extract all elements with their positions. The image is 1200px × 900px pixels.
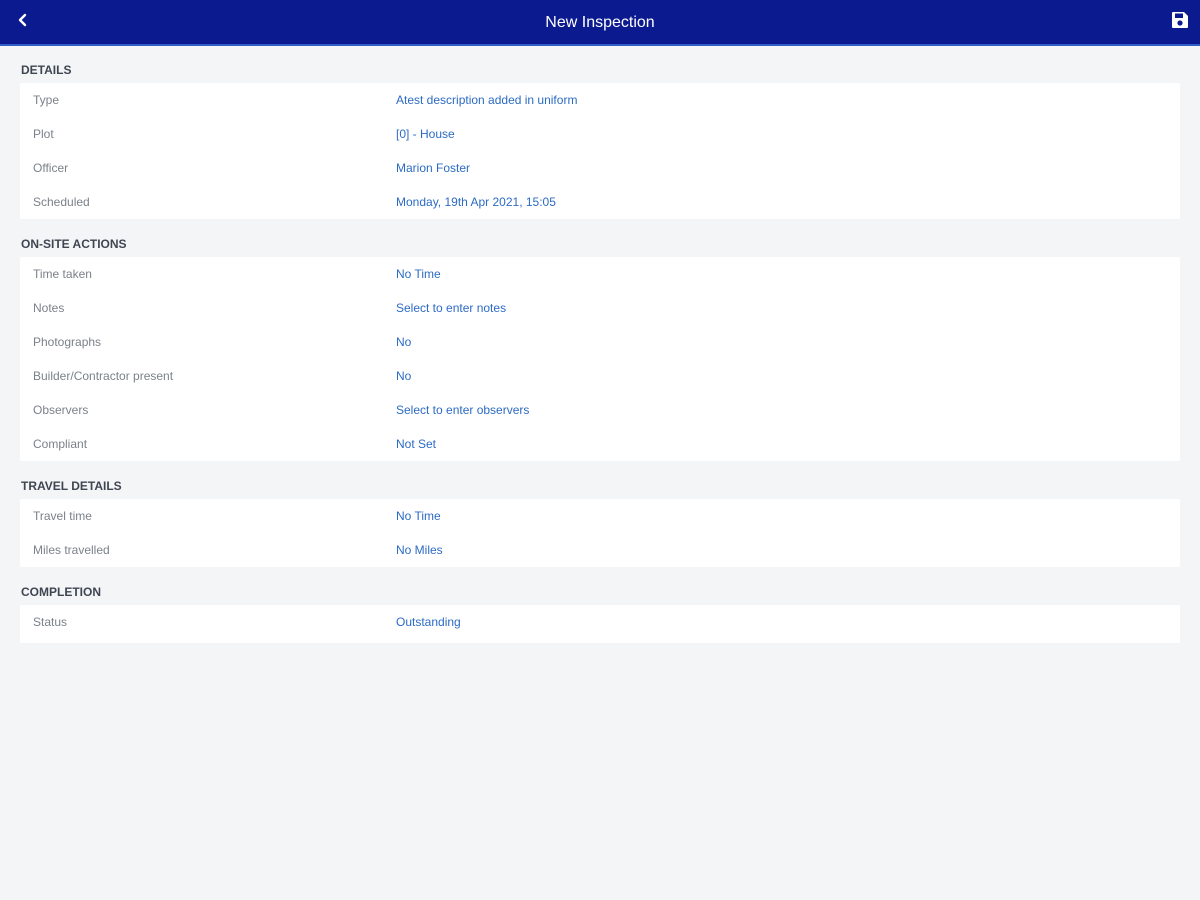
row-value: No bbox=[396, 369, 412, 383]
row-value: Select to enter notes bbox=[396, 301, 507, 315]
row-label: Travel time bbox=[33, 509, 92, 523]
row-photographs[interactable]: Photographs No bbox=[20, 325, 1180, 359]
section-on-site-actions: Time taken No Time Notes Select to enter… bbox=[20, 257, 1180, 461]
row-scheduled[interactable]: Scheduled Monday, 19th Apr 2021, 15:05 bbox=[20, 185, 1180, 219]
section-header-completion: COMPLETION bbox=[21, 585, 101, 599]
back-button[interactable] bbox=[8, 7, 38, 37]
row-plot[interactable]: Plot [0] - House bbox=[20, 117, 1180, 151]
row-compliant[interactable]: Compliant Not Set bbox=[20, 427, 1180, 461]
row-label: Photographs bbox=[33, 335, 102, 349]
row-notes[interactable]: Notes Select to enter notes bbox=[20, 291, 1180, 325]
row-status[interactable]: Status Outstanding bbox=[20, 605, 1180, 643]
row-value: No Time bbox=[396, 267, 441, 281]
row-label: Observers bbox=[33, 403, 89, 417]
section-header-on-site-actions: ON-SITE ACTIONS bbox=[21, 237, 127, 251]
row-builder-contractor-present[interactable]: Builder/Contractor present No bbox=[20, 359, 1180, 393]
row-label: Miles travelled bbox=[33, 543, 110, 557]
row-value: Monday, 19th Apr 2021, 15:05 bbox=[396, 195, 556, 209]
section-details: Type Atest description added in uniform … bbox=[20, 83, 1180, 219]
row-value: [0] - House bbox=[396, 127, 455, 141]
row-type[interactable]: Type Atest description added in uniform bbox=[20, 83, 1180, 117]
row-label: Builder/Contractor present bbox=[33, 369, 174, 383]
section-header-details: DETAILS bbox=[21, 63, 72, 77]
row-label: Time taken bbox=[33, 267, 92, 281]
row-travel-time[interactable]: Travel time No Time bbox=[20, 499, 1180, 533]
row-label: Officer bbox=[33, 161, 69, 175]
app-bar: New Inspection bbox=[0, 0, 1200, 46]
row-observers[interactable]: Observers Select to enter observers bbox=[20, 393, 1180, 427]
row-label: Status bbox=[33, 615, 68, 629]
page-title: New Inspection bbox=[545, 14, 655, 31]
save-button[interactable] bbox=[1169, 11, 1191, 33]
row-value: Select to enter observers bbox=[396, 403, 530, 417]
section-travel-details: Travel time No Time Miles travelled No M… bbox=[20, 499, 1180, 567]
row-value: Atest description added in uniform bbox=[396, 93, 578, 107]
row-value: Not Set bbox=[396, 437, 437, 451]
row-label: Type bbox=[33, 93, 60, 107]
row-officer[interactable]: Officer Marion Foster bbox=[20, 151, 1180, 185]
inspection-form: DETAILS Type Atest description added in … bbox=[20, 46, 1180, 643]
section-header-travel-details: TRAVEL DETAILS bbox=[21, 479, 122, 493]
row-miles-travelled[interactable]: Miles travelled No Miles bbox=[20, 533, 1180, 567]
row-label: Notes bbox=[33, 301, 65, 315]
row-time-taken[interactable]: Time taken No Time bbox=[20, 257, 1180, 291]
row-value: No Miles bbox=[396, 543, 443, 557]
row-label: Scheduled bbox=[33, 195, 90, 209]
row-value: No bbox=[396, 335, 412, 349]
inspection-screen: New Inspection DETAILS Type Atest descri… bbox=[0, 0, 1200, 900]
row-value: Outstanding bbox=[396, 615, 461, 629]
row-label: Compliant bbox=[33, 437, 88, 451]
row-value: Marion Foster bbox=[396, 161, 471, 175]
section-completion: Status Outstanding bbox=[20, 605, 1180, 643]
chevron-left-icon bbox=[16, 12, 30, 33]
floppy-disk-icon bbox=[1170, 10, 1190, 35]
row-label: Plot bbox=[33, 127, 54, 141]
row-value: No Time bbox=[396, 509, 441, 523]
